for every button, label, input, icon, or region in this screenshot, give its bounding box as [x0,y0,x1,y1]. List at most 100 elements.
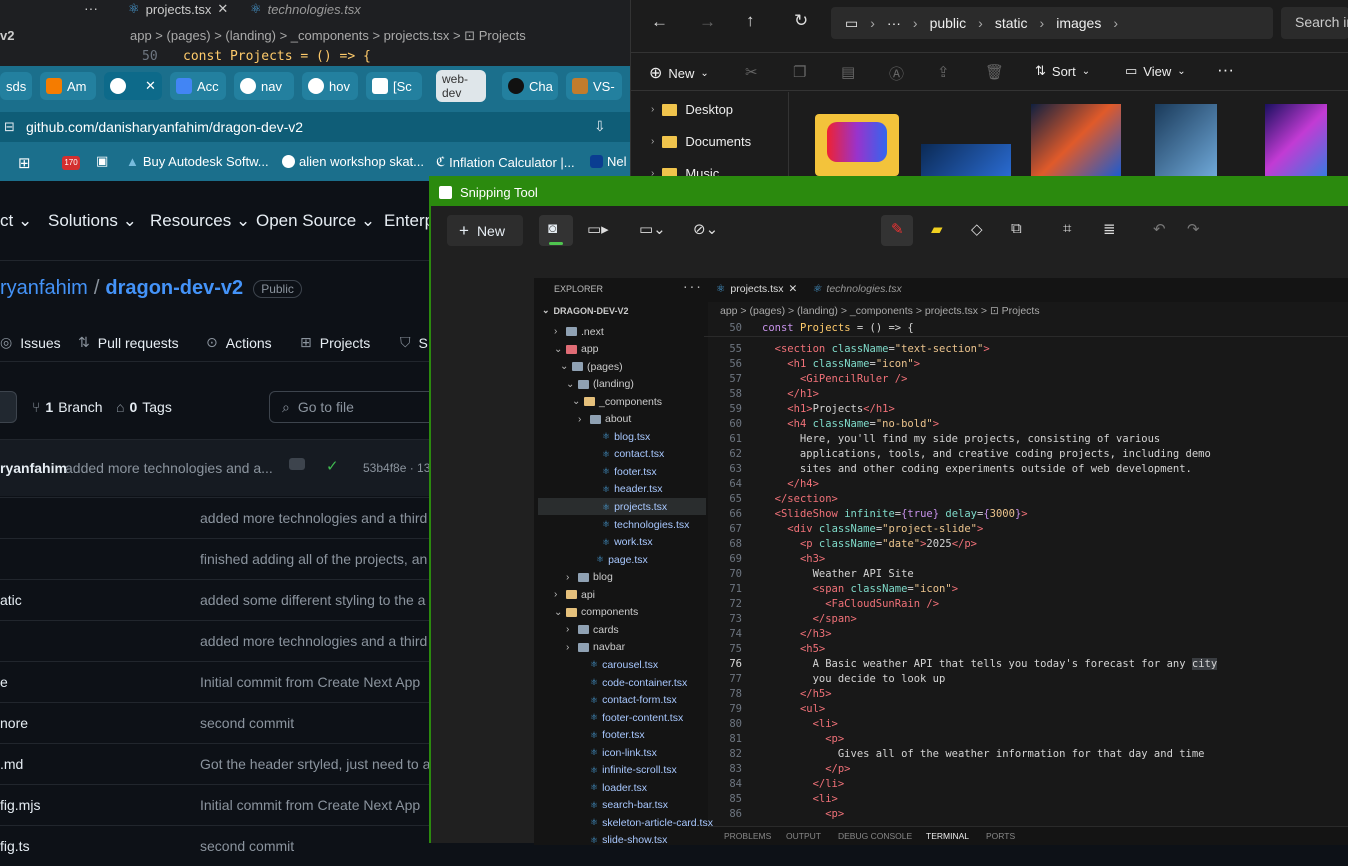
file-name[interactable]: .md [0,756,23,772]
inner-tree-item[interactable]: ⚛ contact.tsx [590,446,664,463]
inner-tree-item[interactable]: ⌄ _components [572,393,662,410]
vscode-tab-technologies[interactable]: ⚛ technologies.tsx [250,0,361,18]
bookmark-icon[interactable]: ▣ [96,153,108,169]
tree-item-documents[interactable]: › Documents [651,134,751,149]
image-thumbnail[interactable] [921,144,1011,176]
tab-issues[interactable]: ◎ Issues [0,334,61,351]
rename-icon[interactable]: Ⓐ [889,63,904,84]
file-name[interactable]: fig.ts [0,838,30,854]
file-commit-message[interactable]: Initial commit from Create Next App [200,797,420,813]
more-icon[interactable]: ··· [682,281,702,294]
panel-tab-ports[interactable]: PORTS [986,831,1015,841]
undo-icon[interactable]: ↶ [1153,220,1166,238]
inner-tree-item[interactable]: › .next [554,323,604,340]
inner-tree-item[interactable]: ⚛ code-container.tsx [578,674,687,691]
inner-tree-item[interactable]: ⚛ footer-content.tsx [578,709,683,726]
file-commit-message[interactable]: finished adding all of the projects, an [200,551,427,567]
panel-tab-terminal[interactable]: TERMINAL [926,831,969,841]
inner-tree-item[interactable]: ⌄ (landing) [566,376,634,393]
close-icon[interactable]: ✕ [217,1,228,17]
paste-icon[interactable]: ▤ [841,63,855,81]
commit-hash[interactable]: 53b4f8e · 13 [363,461,430,475]
snip-canvas[interactable]: EXPLORER ··· ⌄ DRAGON-DEV-V2 › .next ⌄ app ⌄(… [534,278,1348,845]
inner-tree-item[interactable]: ⚛ infinite-scroll.tsx [578,762,677,779]
tab-projects[interactable]: ⊞ Projects [300,334,370,351]
file-name[interactable]: atic [0,592,22,608]
folder-thumbnail[interactable] [815,114,899,176]
tab-docs[interactable]: Acc [170,72,226,100]
snip-shape-icon[interactable]: ▭⌄ [639,220,666,238]
close-icon[interactable]: ✕ [789,283,798,295]
tree-item-desktop[interactable]: › Desktop [651,102,733,117]
search-input[interactable]: Search im [1281,7,1348,39]
file-commit-message[interactable]: Initial commit from Create Next App [200,674,420,690]
tab-google-hov[interactable]: hov [302,72,358,100]
tab-github-active[interactable]: ✕ [104,72,162,100]
image-thumbnail[interactable] [1031,104,1121,176]
path-segment[interactable]: static [995,15,1028,31]
inner-tab-technologies[interactable]: ⚛ technologies.tsx [812,283,902,295]
inner-tree-item[interactable]: ⚛ technologies.tsx [590,516,689,533]
vscode-tab-projects[interactable]: ⚛ projects.tsx ✕ [128,0,228,18]
more-icon[interactable]: ··· [887,15,901,31]
nav-resources[interactable]: Resources ⌄ [150,211,250,231]
inner-tree-item[interactable]: ⚛ projects.tsx [590,499,667,516]
inner-tree-item[interactable]: ⚛ skeleton-article-card.tsx [578,814,713,831]
inner-tree-item[interactable]: ⚛ footer.tsx [590,463,657,480]
file-commit-message[interactable]: second commit [200,838,294,854]
screenshot-mode-button[interactable]: ◙ [539,215,573,246]
address-bar[interactable]: ▭ › ··· › public › static › images › [831,7,1273,39]
video-icon[interactable]: ▭▸ [587,220,609,238]
tab-sds[interactable]: sds [0,72,32,100]
panel-tab-output[interactable]: OUTPUT [786,831,821,841]
inner-tab-projects[interactable]: ⚛ projects.tsx ✕ [716,283,797,295]
repo-owner[interactable]: ryanfahim [0,277,88,300]
bookmark-badge[interactable]: 170 [62,156,80,170]
commit-message[interactable]: added more technologies and a... [65,460,273,476]
crop-icon[interactable]: ⌗ [1063,220,1071,237]
inner-tree-item[interactable]: ⚛ icon-link.tsx [578,744,657,761]
file-name[interactable]: nore [0,715,28,731]
tab-vs[interactable]: VS- [566,72,622,100]
cut-icon[interactable]: ✂ [745,63,758,81]
tab-pull-requests[interactable]: ⇅ Pull requests [78,334,179,351]
commit-author[interactable]: ryanfahim [0,460,67,476]
tab-security[interactable]: ⛉ S [400,334,428,351]
new-snip-button[interactable]: + New [447,215,523,246]
more-icon[interactable]: ··· [84,0,98,16]
inner-tree-item[interactable]: ⚛ work.tsx [590,534,653,551]
image-thumbnail[interactable] [1155,104,1217,176]
nav-product[interactable]: ct ⌄ [0,211,32,231]
apps-grid-icon[interactable]: ⊞ [18,154,31,172]
bookmark-autodesk[interactable]: ▲ Buy Autodesk Softw... [126,154,269,169]
path-segment[interactable]: public [930,15,967,31]
tab-amazon[interactable]: Am [40,72,96,100]
text-actions-icon[interactable]: ≣ [1103,220,1116,238]
redo-icon[interactable]: ↷ [1187,220,1200,238]
tag-count-link[interactable]: ⌂ 0 Tags [116,399,172,415]
share-icon[interactable]: ⇪ [937,63,950,81]
inner-tree-item[interactable]: ⌄ app [554,341,599,358]
forward-arrow-icon[interactable]: → [699,12,716,32]
tab-google-nav[interactable]: nav [234,72,294,100]
bookmark-nel[interactable]: Nel [590,154,627,169]
bookmark-inflation[interactable]: ℭ Inflation Calculator |... [436,154,575,170]
nav-enterprise[interactable]: Enterp [384,211,434,231]
tab-chatgpt[interactable]: Cha [502,72,558,100]
inner-tree-item[interactable]: › blog [566,569,613,586]
inner-tree-item[interactable]: › api [554,586,595,603]
panel-tab-problems[interactable]: PROBLEMS [724,831,771,841]
inner-tree-item[interactable]: ⚛ blog.tsx [590,428,650,445]
install-app-icon[interactable]: ⇩ [594,118,606,135]
up-arrow-icon[interactable]: ↑ [746,11,755,31]
file-commit-message[interactable]: added more technologies and a third [200,510,427,526]
inner-tree-item[interactable]: ⚛ carousel.tsx [578,656,658,673]
inner-tree-item[interactable]: ⚛ header.tsx [590,481,663,498]
file-commit-message[interactable]: added some different styling to the a [200,592,425,608]
branch-count-link[interactable]: ⑂ 1 Branch [32,399,103,415]
new-button[interactable]: ⊕ New ⌄ [649,63,709,83]
inner-tree-item[interactable]: › navbar [566,639,625,656]
inner-tree-item[interactable]: ⚛ search-bar.tsx [578,797,668,814]
more-options-icon[interactable]: ··· [1217,60,1234,80]
file-name[interactable]: e [0,674,8,690]
